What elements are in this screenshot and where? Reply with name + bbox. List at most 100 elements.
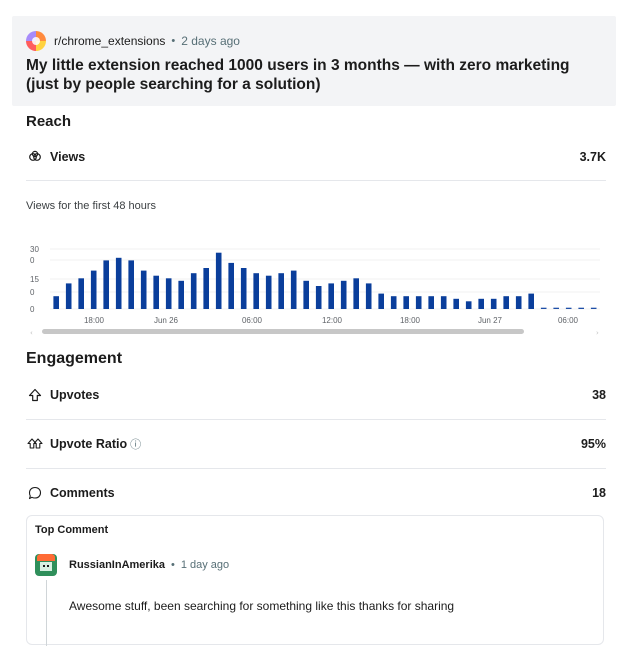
chart-bar (390, 296, 397, 309)
subreddit-name[interactable]: r/chrome_extensions (54, 34, 165, 48)
thread-line[interactable] (46, 580, 47, 646)
chart-bar (415, 296, 422, 309)
chart-bar (528, 293, 534, 309)
chart-bar (103, 260, 109, 309)
chart-bar (165, 278, 172, 309)
info-icon[interactable]: ⓘ (130, 439, 141, 451)
x-tick-label: 06:00 (242, 316, 263, 325)
chart-bar (115, 257, 122, 309)
chart-bar (490, 298, 497, 309)
comment-author[interactable]: RussianInAmerika (69, 559, 165, 571)
upvote-icon (26, 388, 44, 402)
divider (26, 419, 606, 420)
upvote-ratio-text: Upvote Ratio (50, 437, 128, 451)
top-comment-heading: Top Comment (35, 524, 109, 536)
chart-bar (65, 283, 72, 309)
comment-meta: RussianInAmerika • 1 day ago (69, 559, 229, 571)
chart-bar (240, 268, 247, 309)
y-tick-label: 0 (30, 256, 35, 265)
chart-bar (178, 280, 184, 309)
meta-separator: • (171, 35, 176, 47)
comments-label: Comments (50, 486, 115, 500)
top-comment-card[interactable]: Top Comment RussianInAmerika • 1 day ago… (26, 515, 604, 646)
y-tick-label: 30 (30, 245, 39, 254)
y-tick-label: 0 (30, 288, 35, 297)
comment-icon (26, 486, 44, 500)
chart-bar (153, 275, 159, 309)
chart-bar (515, 296, 522, 309)
comments-value: 18 (592, 486, 606, 500)
chart-bar (565, 307, 572, 309)
comments-row: Comments 18 (26, 482, 606, 504)
upvote-ratio-icon (26, 437, 44, 451)
chart-bar (478, 298, 484, 309)
y-tick-label: 0 (30, 305, 35, 314)
chart-bar (353, 278, 359, 309)
upvotes-row: Upvotes 38 (26, 384, 606, 406)
chart-bar (553, 307, 559, 309)
scroll-right-icon: › (596, 329, 599, 337)
upvote-ratio-row: Upvote Ratio ⓘ 95% (26, 433, 606, 455)
subreddit-icon (26, 31, 46, 51)
scrollbar-thumb (42, 329, 524, 334)
chart-bar (453, 298, 459, 309)
post-time: 2 days ago (181, 34, 240, 48)
chart-bar (190, 273, 197, 309)
chart-bar (215, 252, 222, 309)
upvote-ratio-label: Upvote Ratio ⓘ (50, 436, 581, 452)
chart-bar (540, 307, 547, 309)
views-chart-svg: 30 0 15 0 0 18:00 Jun 26 06:00 12:00 18:00 Jun 27 0… (30, 245, 600, 337)
chart-bar (403, 296, 409, 309)
chart-bar (203, 268, 209, 309)
chart-bar (253, 273, 259, 309)
comment-body: Awesome stuff, been searching for someth… (69, 599, 455, 613)
chart-bar (503, 296, 509, 309)
chart-bar (78, 278, 84, 309)
views-label: Views (50, 150, 86, 164)
reach-heading: Reach (26, 113, 72, 130)
post-card[interactable]: r/chrome_extensions • 2 days ago My litt… (12, 16, 616, 106)
chart-bar (578, 307, 584, 309)
chart-bar (365, 283, 372, 309)
views-icon (26, 150, 44, 164)
chart-bar (590, 307, 597, 309)
chart-bar (90, 270, 97, 309)
chart-bar (303, 280, 309, 309)
upvotes-value: 38 (592, 388, 606, 402)
chart-bar (328, 283, 334, 309)
engagement-heading: Engagement (26, 350, 123, 367)
views-value: 3.7K (579, 150, 606, 164)
divider (26, 468, 606, 469)
chart-bar (278, 273, 284, 309)
chart-bar (53, 296, 59, 309)
views-chart: 30 0 15 0 0 18:00 Jun 26 06:00 12:00 18:00 Jun 27 0… (22, 240, 608, 340)
chart-caption: Views for the first 48 hours (26, 200, 157, 212)
x-tick-label: Jun 27 (478, 316, 503, 325)
x-tick-label: 18:00 (400, 316, 421, 325)
avatar[interactable] (35, 554, 57, 576)
chart-bar (228, 262, 234, 309)
chart-bar (290, 270, 297, 309)
comment-time: 1 day ago (180, 559, 230, 571)
chart-bar (340, 280, 347, 309)
x-tick-label: 12:00 (322, 316, 343, 325)
post-title[interactable]: My little extension reached 1000 users i… (26, 56, 606, 94)
chart-bar (140, 270, 147, 309)
comment-separator: • (170, 559, 175, 571)
views-row: Views 3.7K (26, 146, 606, 168)
chart-bar (315, 286, 322, 309)
x-tick-label: 06:00 (558, 316, 579, 325)
post-meta: r/chrome_extensions • 2 days ago (26, 30, 240, 52)
scroll-left-icon: ‹ (30, 329, 33, 337)
x-tick-label: Jun 26 (154, 316, 179, 325)
chart-bar (428, 296, 434, 309)
upvote-ratio-value: 95% (580, 437, 606, 451)
chart-bar (378, 293, 384, 309)
chart-bar (128, 260, 134, 309)
x-tick-label: 18:00 (84, 316, 105, 325)
chart-bar (465, 301, 472, 309)
upvotes-label: Upvotes (50, 388, 100, 402)
chart-bar (265, 275, 272, 309)
divider (26, 180, 606, 181)
chart-bar (440, 296, 447, 309)
